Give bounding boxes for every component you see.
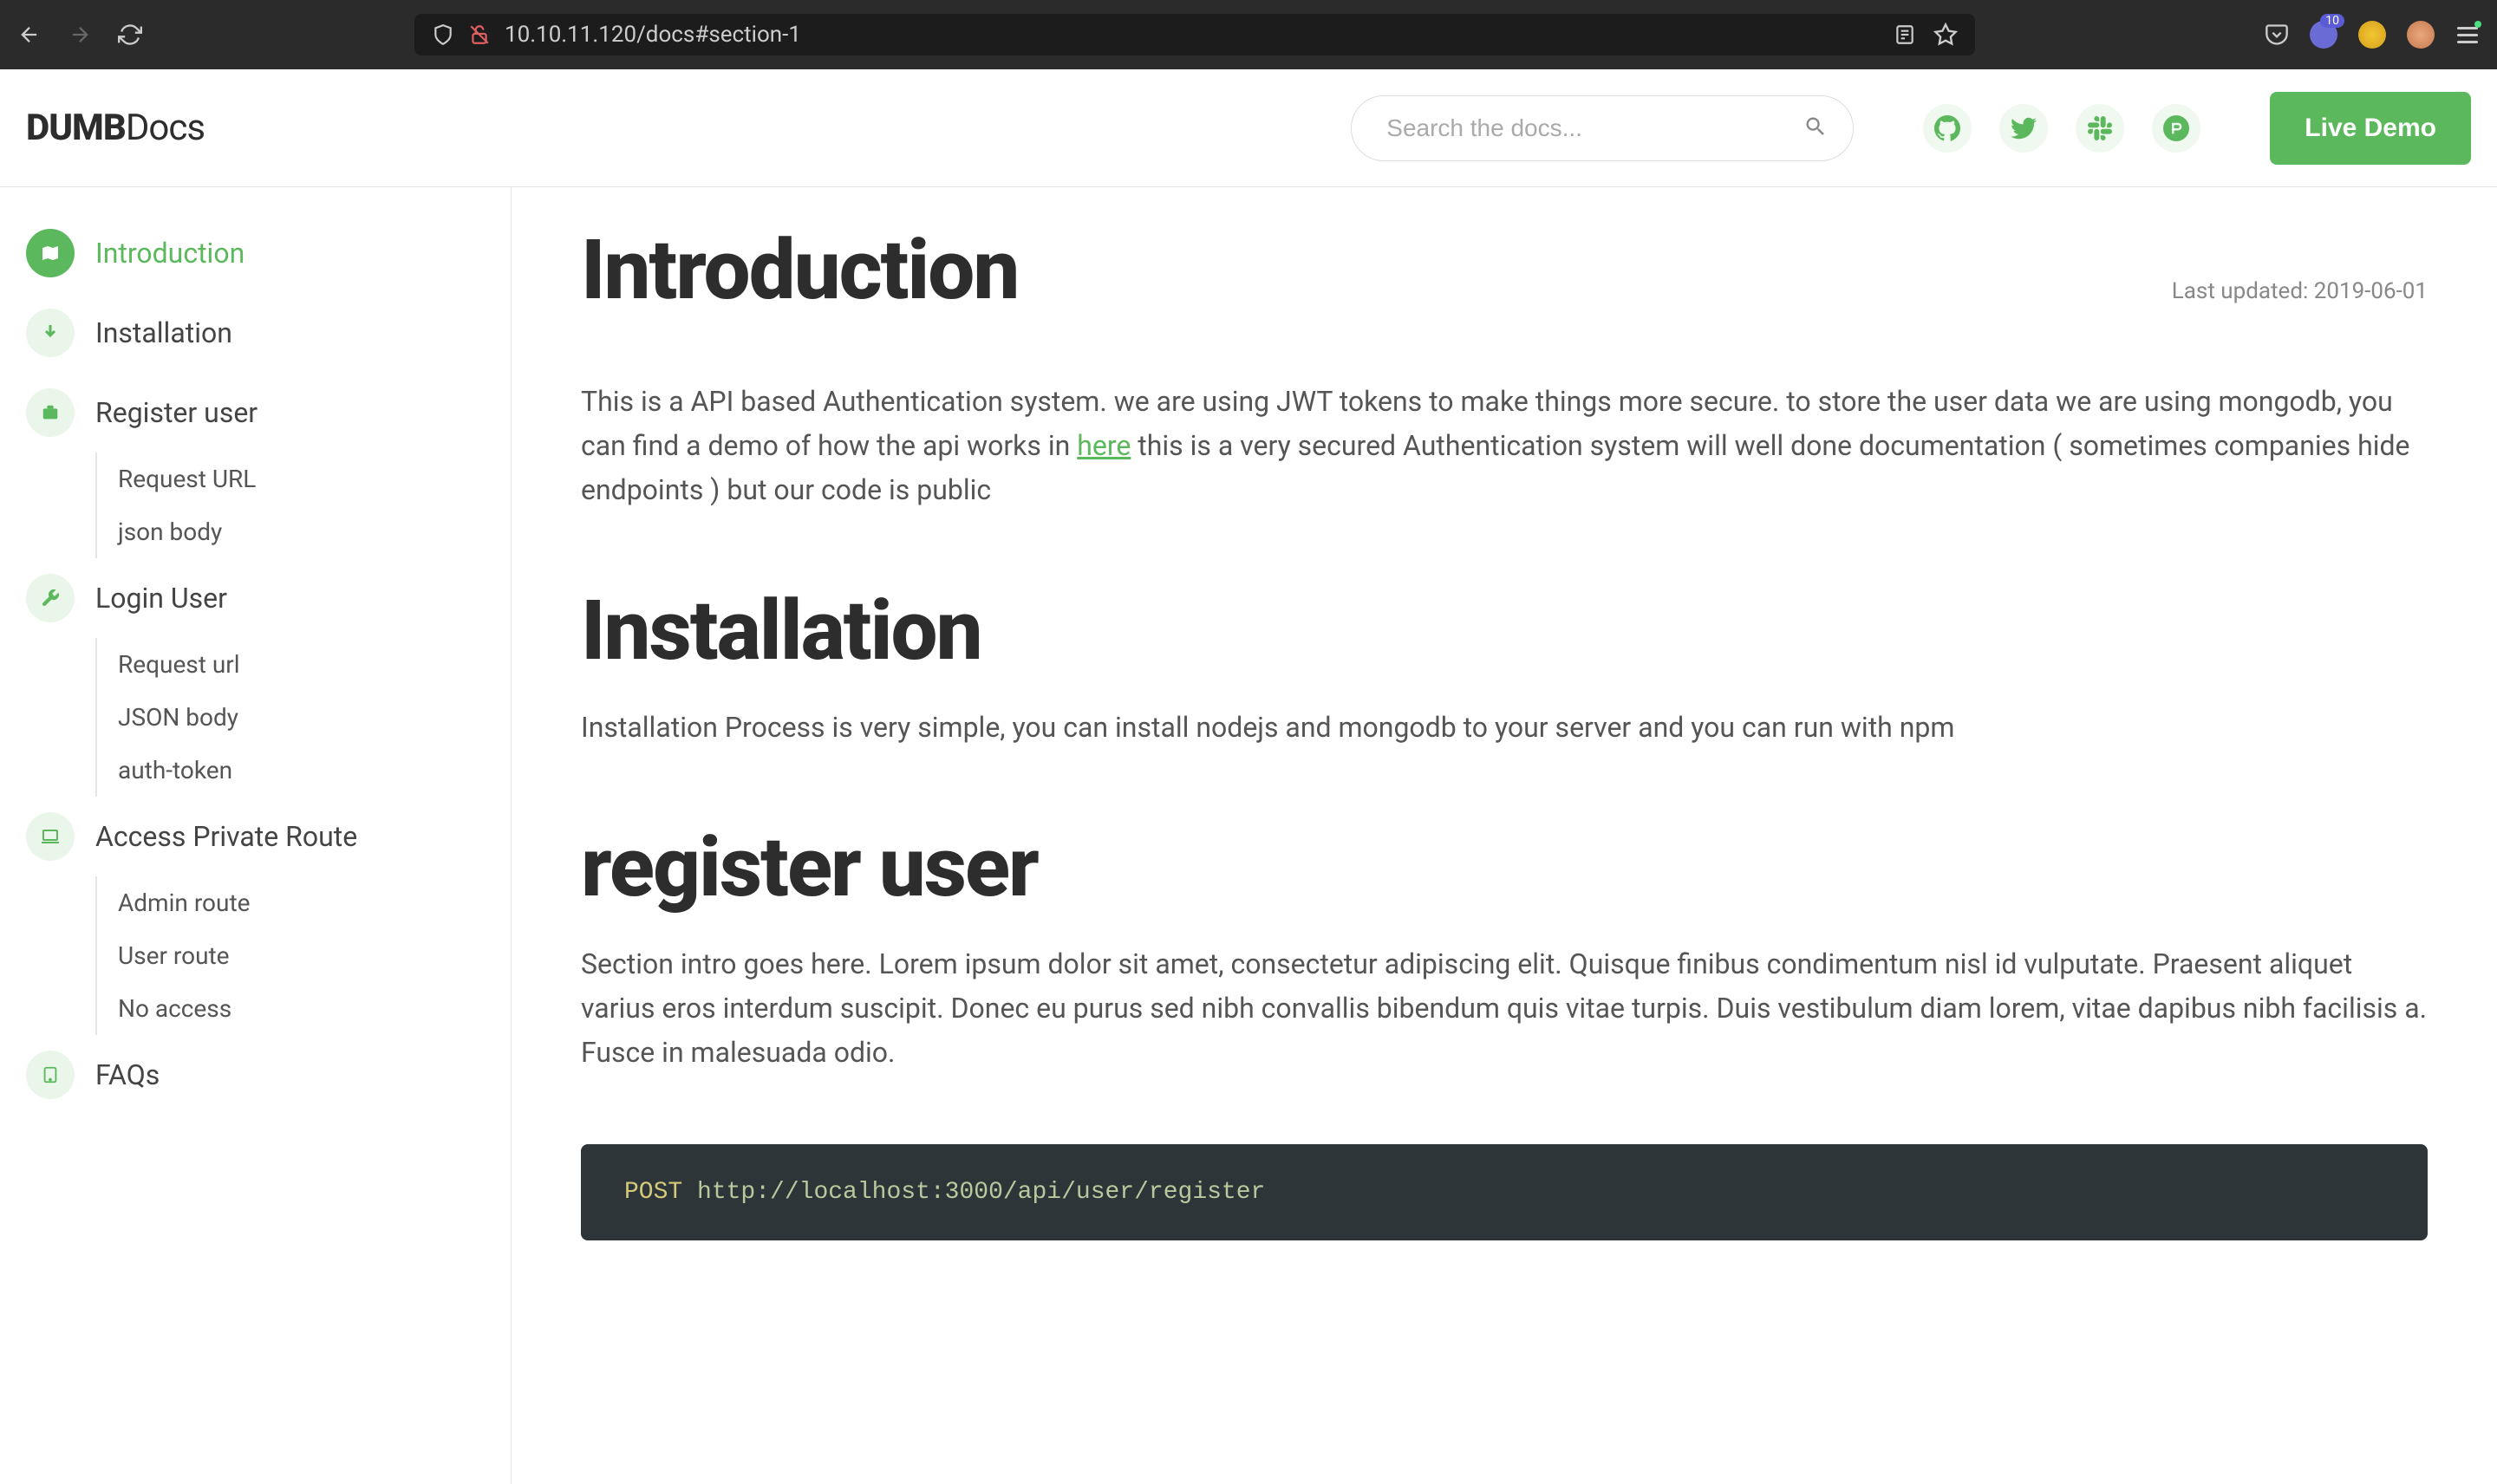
sidebar-subitem[interactable]: Request url	[97, 638, 511, 691]
browser-chrome: 10.10.11.120/docs#section-1 10	[0, 0, 2497, 69]
section-title-installation: Installation	[581, 583, 2428, 680]
shield-icon	[432, 23, 454, 46]
tablet-icon	[26, 1051, 75, 1099]
last-updated: Last updated: 2019-06-01	[2172, 278, 2428, 304]
site-header: DUMBDocs Live Demo	[0, 69, 2497, 187]
register-paragraph: Section intro goes here. Lorem ipsum dol…	[581, 942, 2428, 1076]
sidebar-subitem[interactable]: User route	[97, 929, 511, 982]
reload-button[interactable]	[118, 23, 142, 47]
twitter-icon[interactable]	[1999, 104, 2048, 153]
url-bar[interactable]: 10.10.11.120/docs#section-1	[414, 14, 1975, 55]
sidebar-subitem[interactable]: Request URL	[97, 452, 511, 505]
code-block: POST http://localhost:3000/api/user/regi…	[581, 1144, 2428, 1240]
briefcase-icon	[26, 388, 75, 437]
extension-icon-3[interactable]	[2407, 21, 2435, 49]
menu-button[interactable]	[2455, 23, 2480, 47]
sidebar-subitem[interactable]: auth-token	[97, 744, 511, 797]
sidebar-item-label: Login User	[95, 582, 227, 615]
sidebar-item-label: Installation	[95, 316, 232, 349]
sidebar-subitem[interactable]: JSON body	[97, 691, 511, 744]
map-icon	[26, 229, 75, 277]
pocket-icon[interactable]	[2265, 23, 2289, 47]
download-icon	[26, 309, 75, 357]
extension-icon-2[interactable]	[2358, 21, 2386, 49]
bookmark-star-icon[interactable]	[1933, 23, 1958, 47]
slack-icon[interactable]	[2076, 104, 2124, 153]
section-title-register: register user	[581, 819, 2428, 916]
github-icon[interactable]	[1923, 104, 1972, 153]
sidebar-item-introduction[interactable]: Introduction	[0, 213, 511, 293]
extension-icon[interactable]: 10	[2310, 21, 2337, 49]
sidebar-item-label: FAQs	[95, 1058, 160, 1091]
sidebar-item-register-user[interactable]: Register user	[0, 373, 511, 452]
sidebar-item-login-user[interactable]: Login User	[0, 558, 511, 638]
demo-link[interactable]: here	[1077, 429, 1131, 462]
installation-paragraph: Installation Process is very simple, you…	[581, 706, 2428, 750]
code-url: http://localhost:3000/api/user/register	[682, 1179, 1265, 1206]
intro-paragraph: This is a API based Authentication syste…	[581, 380, 2428, 513]
extension-badge: 10	[2320, 14, 2344, 28]
search-icon[interactable]	[1803, 114, 1828, 142]
reader-icon[interactable]	[1894, 23, 1916, 46]
laptop-icon	[26, 812, 75, 861]
tools-icon	[26, 574, 75, 622]
sidebar-item-label: Access Private Route	[95, 820, 357, 853]
live-demo-button[interactable]: Live Demo	[2270, 92, 2471, 165]
main-content: Introduction Last updated: 2019-06-01 Th…	[512, 187, 2497, 1484]
search-input[interactable]	[1351, 95, 1854, 161]
producthunt-icon[interactable]	[2152, 104, 2200, 153]
sidebar-item-label: Register user	[95, 396, 258, 429]
back-button[interactable]	[17, 23, 42, 47]
url-text: 10.10.11.120/docs#section-1	[505, 22, 1880, 48]
lock-insecure-icon	[468, 23, 491, 46]
section-title-introduction: Introduction	[581, 222, 1018, 319]
sidebar: Introduction Installation Register user Req…	[0, 187, 512, 1484]
logo[interactable]: DUMBDocs	[26, 107, 205, 149]
forward-button[interactable]	[68, 23, 92, 47]
sidebar-subitem[interactable]: No access	[97, 982, 511, 1035]
sidebar-subitem[interactable]: Admin route	[97, 876, 511, 929]
sidebar-subitem[interactable]: json body	[97, 505, 511, 558]
sidebar-item-label: Introduction	[95, 237, 244, 270]
sidebar-item-access-private-route[interactable]: Access Private Route	[0, 797, 511, 876]
code-method: POST	[624, 1179, 682, 1206]
sidebar-item-installation[interactable]: Installation	[0, 293, 511, 373]
sidebar-item-faqs[interactable]: FAQs	[0, 1035, 511, 1115]
